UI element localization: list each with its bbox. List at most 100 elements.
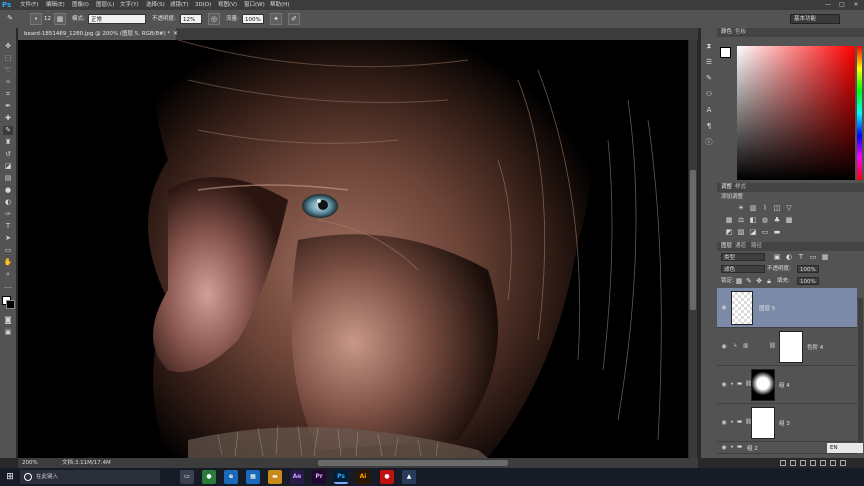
visibility-eye-icon[interactable]: ◉ (720, 444, 728, 452)
tab-layers[interactable]: 图层 (721, 242, 732, 250)
tab-color[interactable]: 颜色 (721, 28, 732, 36)
visibility-eye-icon[interactable]: ◉ (720, 343, 728, 351)
zoom-tool-icon[interactable]: ⌕ (3, 270, 13, 279)
link-layers-icon[interactable] (780, 460, 786, 466)
gradient-tool-icon[interactable]: ▤ (3, 174, 13, 183)
photos-app-icon[interactable]: ▲ (402, 470, 416, 484)
lock-all-icon[interactable]: 🔒︎ (765, 277, 773, 285)
add-mask-icon[interactable] (800, 460, 806, 466)
gradient-map-icon[interactable]: ▬ (773, 228, 781, 236)
opacity-input[interactable]: 12% (180, 14, 202, 24)
filter-shape-icon[interactable]: ▭ (809, 253, 817, 261)
menu-view[interactable]: 视图(V) (218, 0, 237, 10)
tab-paths[interactable]: 路径 (751, 242, 762, 250)
visibility-eye-icon[interactable]: ◉ (720, 419, 728, 427)
new-group-icon[interactable] (820, 460, 826, 466)
layer-row[interactable]: ◉ ▸ ▬ ⛓ 组 3 (717, 404, 857, 442)
menu-type[interactable]: 文字(Y) (120, 0, 139, 10)
layer-name[interactable]: 图层 5 (759, 304, 775, 312)
info-panel-icon[interactable]: ⓘ (704, 138, 714, 147)
color-foreground-swatch[interactable] (720, 47, 731, 58)
hue-slider[interactable] (857, 46, 862, 180)
threshold-icon[interactable]: ◪ (749, 228, 757, 236)
menu-image[interactable]: 图像(I) (72, 0, 89, 10)
marquee-tool-icon[interactable]: ⬚ (3, 54, 13, 63)
brush-tool-icon[interactable]: ✎ (4, 13, 16, 25)
layer-name[interactable]: 组 4 (779, 381, 790, 389)
lock-position-icon[interactable]: ✥ (755, 277, 763, 285)
exposure-icon[interactable]: ◫ (773, 204, 781, 212)
paragraph-panel-icon[interactable]: ¶ (704, 122, 714, 131)
quick-select-tool-icon[interactable]: ✧ (3, 78, 13, 87)
posterize-icon[interactable]: ▨ (737, 228, 745, 236)
menu-file[interactable]: 文件(F) (20, 0, 38, 10)
layers-scrollbar[interactable] (858, 298, 863, 446)
menu-3d[interactable]: 3D(D) (195, 0, 211, 10)
tab-styles[interactable]: 样式 (735, 183, 746, 191)
illustrator-app-icon[interactable]: Ai (356, 470, 370, 484)
lock-paint-icon[interactable]: ✎ (745, 277, 753, 285)
premiere-app-icon[interactable]: Pr (312, 470, 326, 484)
background-color-swatch[interactable] (6, 300, 15, 309)
filter-adjust-icon[interactable]: ◐ (785, 253, 793, 261)
workspace-switcher[interactable]: 基本功能 (790, 14, 840, 24)
menu-select[interactable]: 选择(S) (146, 0, 165, 10)
aftereffects-app-icon[interactable]: Ae (290, 470, 304, 484)
tab-swatches[interactable]: 色板 (735, 28, 746, 36)
brightness-icon[interactable]: ☀ (737, 204, 745, 212)
tab-channels[interactable]: 通道 (735, 242, 746, 250)
close-tab-icon[interactable]: ✕ (173, 28, 183, 40)
recorder-app-icon[interactable]: ● (380, 470, 394, 484)
path-select-tool-icon[interactable]: ➤ (3, 234, 13, 243)
visibility-eye-icon[interactable]: ◉ (720, 381, 728, 389)
taskbar-search-box[interactable]: 在此键入 (20, 470, 160, 484)
hand-tool-icon[interactable]: ✋ (3, 258, 13, 267)
history-brush-tool-icon[interactable]: ↺ (3, 150, 13, 159)
canvas-vertical-scroll-thumb[interactable] (690, 170, 696, 310)
pressure-opacity-icon[interactable]: ◎ (208, 13, 220, 25)
filter-smart-icon[interactable]: ▦ (821, 253, 829, 261)
quick-mask-icon[interactable]: ◙ (3, 316, 13, 325)
tab-adjustments[interactable]: 调整 (721, 183, 732, 191)
shape-tool-icon[interactable]: ▭ (3, 246, 13, 255)
photo-filter-icon[interactable]: ◍ (761, 216, 769, 224)
lock-pixels-icon[interactable]: ▦ (735, 277, 743, 285)
expand-arrow-icon[interactable]: ▸ (731, 419, 734, 425)
layer-row[interactable]: ◉ ↳ ▥ ⛓ 色阶 4 (717, 328, 857, 366)
close-icon[interactable]: ✕ (852, 1, 860, 9)
blend-mode-select[interactable]: 滤色 (721, 265, 765, 273)
airbrush-icon[interactable]: ✦ (270, 13, 282, 25)
expand-arrow-icon[interactable]: ▸ (731, 444, 734, 450)
start-button[interactable]: ⊞ (2, 470, 18, 484)
color-picker-field[interactable] (737, 46, 855, 180)
brush-tool-icon[interactable]: ✎ (3, 126, 13, 135)
menu-edit[interactable]: 编辑(E) (46, 0, 65, 10)
document-canvas[interactable] (18, 40, 688, 458)
canvas-horizontal-scroll-thumb[interactable] (318, 460, 508, 466)
properties-panel-icon[interactable]: ☰ (704, 58, 714, 67)
move-tool-icon[interactable]: ✥ (3, 42, 13, 51)
clone-stamp-tool-icon[interactable]: ♜ (3, 138, 13, 147)
color-lookup-icon[interactable]: ▩ (785, 216, 793, 224)
blur-tool-icon[interactable]: ● (3, 186, 13, 195)
explorer-app-icon[interactable]: ▬ (268, 470, 282, 484)
document-size-info[interactable]: 文档:3.11M/17.4M (62, 458, 111, 468)
minimize-icon[interactable]: — (824, 1, 832, 9)
flow-input[interactable]: 100% (242, 14, 264, 24)
visibility-eye-icon[interactable]: ◉ (720, 304, 728, 312)
type-tool-icon[interactable]: T (3, 222, 13, 231)
menu-filter[interactable]: 滤镜(T) (170, 0, 189, 10)
layer-filter-select[interactable]: 类型 (721, 253, 765, 261)
mode-select[interactable]: 正常 (88, 14, 146, 24)
brush-preset-picker[interactable]: • (30, 13, 42, 25)
photoshop-app-icon[interactable]: Ps (334, 470, 348, 484)
curves-icon[interactable]: ⌇ (761, 204, 769, 212)
fill-input[interactable]: 100% (797, 277, 819, 285)
invert-icon[interactable]: ◩ (725, 228, 733, 236)
zoom-level[interactable]: 200% (22, 458, 38, 468)
lasso-tool-icon[interactable]: ➰ (3, 66, 13, 75)
healing-brush-tool-icon[interactable]: ✚ (3, 114, 13, 123)
crop-tool-icon[interactable]: ⌗ (3, 90, 13, 99)
menu-layer[interactable]: 图层(L) (96, 0, 114, 10)
layer-opacity-input[interactable]: 100% (797, 265, 819, 273)
